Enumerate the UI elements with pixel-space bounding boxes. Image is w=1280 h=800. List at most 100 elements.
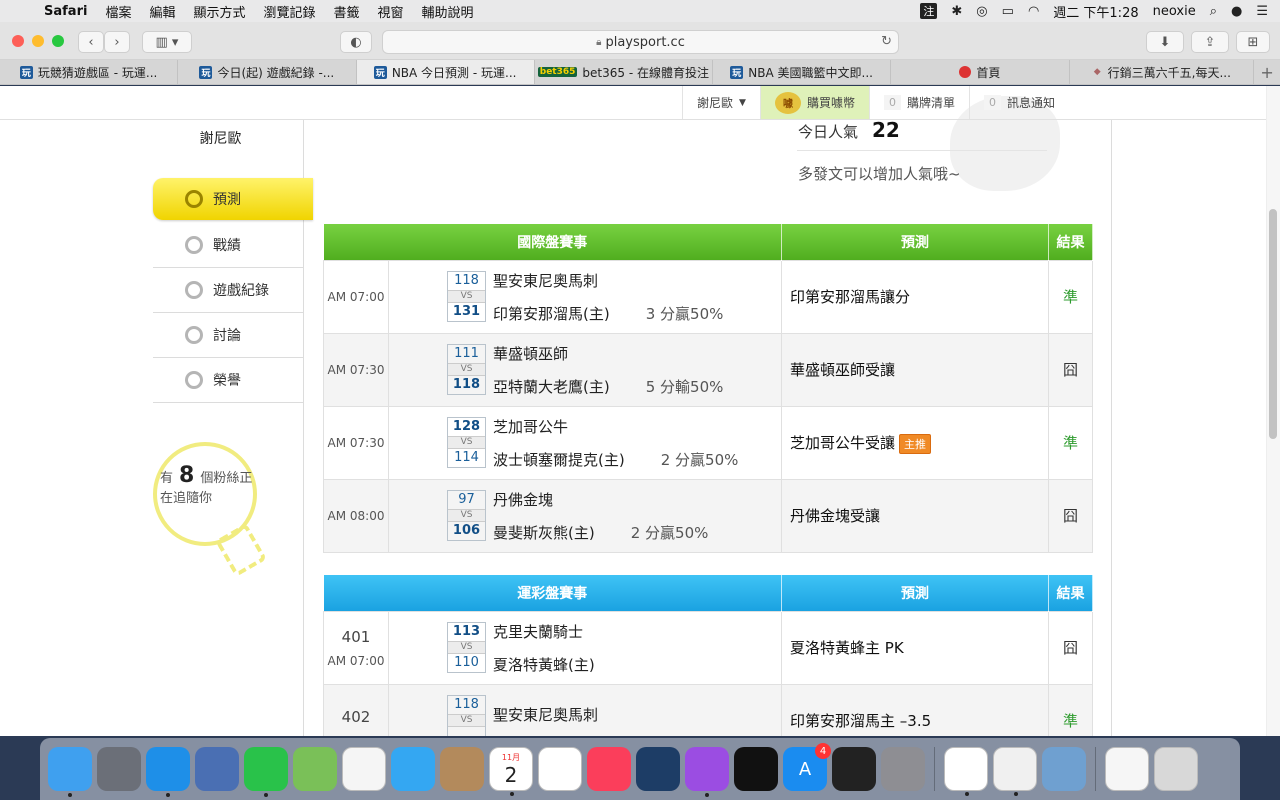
menu-app-name[interactable]: Safari — [44, 4, 96, 19]
page-scrollbar[interactable] — [1266, 86, 1280, 736]
away-team[interactable]: 丹佛金塊 — [493, 489, 708, 510]
home-team[interactable]: 曼斐斯灰熊(主) — [493, 522, 595, 543]
tab-2[interactable]: 玩今日(起) 遊戲紀錄 -... — [178, 60, 357, 84]
sidebar-item-label: 遊戲紀錄 — [213, 283, 269, 299]
podcasts-icon[interactable] — [685, 747, 729, 797]
away-team[interactable]: 聖安東尼奧馬刺 — [493, 704, 598, 725]
chevron-down-icon: ▼ — [739, 97, 746, 108]
music-icon[interactable] — [587, 747, 631, 791]
tab-7[interactable]: ◆ 行銷三萬六千五,每天... — [1070, 60, 1255, 84]
game-time: AM 08:00 — [327, 508, 385, 523]
battery-icon[interactable]: ▭ — [1002, 4, 1014, 19]
bluetooth-icon[interactable]: ✱ — [951, 4, 962, 19]
menu-view[interactable]: 顯示方式 — [184, 2, 254, 21]
input-method-indicator[interactable]: 注 — [920, 3, 938, 19]
tab-1[interactable]: 玩玩競猜遊戲區 - 玩運... — [0, 60, 179, 84]
privacy-report-button[interactable]: ◐ — [340, 31, 372, 53]
messages-icon[interactable] — [391, 747, 435, 791]
buy-coin-button[interactable]: 噱 購買噱幣 — [759, 86, 869, 119]
header-result: 結果 — [1048, 224, 1093, 260]
photos-icon[interactable] — [342, 747, 386, 791]
target-icon — [185, 190, 203, 208]
home-team[interactable]: 亞特蘭大老鷹(主) — [493, 376, 610, 397]
downloads-button[interactable]: ⬇ — [1146, 31, 1184, 53]
calendar-icon[interactable]: 11月 2 — [489, 747, 533, 796]
siri-icon[interactable]: ● — [1231, 4, 1242, 19]
tv-icon[interactable] — [734, 747, 778, 791]
close-window-icon[interactable] — [12, 35, 24, 47]
wifi-icon[interactable]: ◠ — [1028, 4, 1039, 19]
maps-icon[interactable] — [293, 747, 337, 791]
notification-center-icon[interactable]: ☰ — [1256, 4, 1268, 19]
away-team[interactable]: 克里夫蘭騎士 — [493, 621, 595, 642]
menu-window[interactable]: 視窗 — [369, 2, 413, 21]
menu-user[interactable]: neoxie — [1153, 4, 1196, 19]
launchpad-icon[interactable] — [97, 747, 141, 791]
menu-clock[interactable]: 週二 下午1:28 — [1053, 2, 1138, 21]
away-team[interactable]: 聖安東尼奧馬刺 — [493, 270, 723, 291]
header-prediction: 預測 — [781, 575, 1049, 611]
sidebar-item-discuss[interactable]: 討論 — [153, 313, 303, 358]
menu-help[interactable]: 輔助說明 — [413, 2, 483, 21]
tab-6[interactable]: 首頁 — [891, 60, 1070, 84]
airplay-icon[interactable]: ◎ — [976, 4, 987, 19]
running-indicator — [965, 792, 969, 796]
tab-3-active[interactable]: 玩 NBA 今日預測 - 玩運... — [356, 60, 535, 84]
facetime-icon[interactable] — [244, 747, 288, 797]
time-cell: AM 08:00 — [323, 478, 389, 553]
away-score: 111 — [454, 346, 479, 361]
menu-bookmarks[interactable]: 書籤 — [325, 2, 369, 21]
preview-icon[interactable] — [195, 747, 239, 791]
quicktime-icon[interactable] — [636, 747, 680, 791]
sidebar-item-record[interactable]: 戰績 — [153, 223, 303, 268]
reminders-icon[interactable] — [538, 747, 582, 791]
sidebar-username[interactable]: 謝尼歐 — [153, 128, 288, 148]
zoom-window-icon[interactable] — [52, 35, 64, 47]
pick-type: 主 –3.5 — [880, 712, 932, 730]
dock: 11月 2 A 4 — [40, 738, 1240, 800]
tab-4[interactable]: bet365 bet365 - 在線體育投注 — [535, 60, 713, 84]
notify-link[interactable]: 0 訊息通知 — [968, 86, 1069, 119]
spread-result: 3 分贏50% — [645, 304, 724, 323]
share-button[interactable]: ⇪ — [1191, 31, 1229, 53]
address-bar[interactable]: 🔒︎ playsport.cc ↻ — [382, 30, 899, 54]
home-team[interactable]: 印第安那溜馬(主) — [493, 303, 610, 324]
reload-icon[interactable]: ↻ — [881, 34, 892, 49]
back-button[interactable]: ‹ — [78, 31, 104, 53]
documents-icon[interactable] — [1105, 747, 1149, 791]
header-result: 結果 — [1048, 575, 1093, 611]
safari-icon[interactable] — [146, 747, 190, 797]
chrome-icon[interactable] — [944, 747, 988, 796]
home-team[interactable]: 波士頓塞爾提克(主) — [493, 449, 625, 470]
sidebar-item-honor[interactable]: 榮譽 — [153, 358, 303, 403]
spotlight-search-icon[interactable]: ⌕ — [1210, 4, 1217, 19]
away-team[interactable]: 華盛頓巫師 — [493, 343, 723, 364]
home-team[interactable]: 夏洛特黃蜂(主) — [493, 654, 595, 675]
scrollbar-thumb[interactable] — [1269, 209, 1277, 439]
sidebar-item-game-log[interactable]: 遊戲紀錄 — [153, 268, 303, 313]
user-menu[interactable]: 謝尼歐 ▼ — [682, 86, 760, 119]
menu-edit[interactable]: 編輯 — [140, 2, 184, 21]
minimize-window-icon[interactable] — [32, 35, 44, 47]
sidebar-menu: 預測 戰績 遊戲紀錄 討論 榮譽 — [153, 178, 313, 403]
vs-label: VS — [448, 641, 485, 654]
tab-overview-button[interactable]: ⊞ — [1236, 31, 1270, 53]
trash-icon[interactable] — [1154, 747, 1198, 791]
forward-button[interactable]: › — [104, 31, 130, 53]
cart-link[interactable]: 0 購牌清單 — [868, 86, 969, 119]
away-team[interactable]: 芝加哥公牛 — [493, 416, 738, 437]
textedit-icon[interactable] — [993, 747, 1037, 796]
running-indicator — [510, 792, 514, 796]
menu-file[interactable]: 檔案 — [96, 2, 140, 21]
tab-5[interactable]: 玩 NBA 美國職籃中文即... — [713, 60, 892, 84]
sidebar-item-predict[interactable]: 預測 — [153, 178, 313, 220]
voice-memos-icon[interactable] — [832, 747, 876, 791]
sidebar-toggle-button[interactable]: ▥ ▾ — [142, 31, 192, 53]
system-preferences-icon[interactable] — [881, 747, 925, 791]
appstore-icon[interactable]: A4 — [783, 743, 831, 791]
menu-history[interactable]: 瀏覽記錄 — [254, 2, 324, 21]
preview-photos-icon[interactable] — [1042, 747, 1086, 791]
finder-icon[interactable] — [48, 747, 92, 797]
contacts-icon[interactable] — [440, 747, 484, 791]
new-tab-button[interactable]: + — [1254, 60, 1280, 84]
